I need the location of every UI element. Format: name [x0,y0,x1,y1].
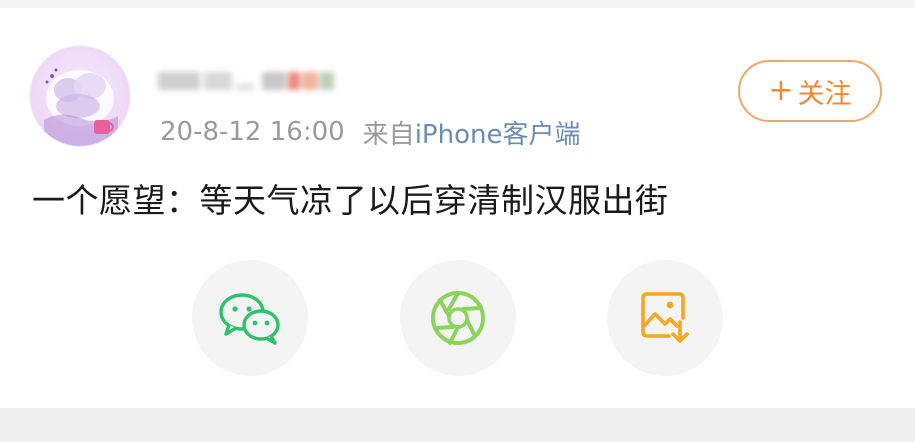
post-timestamp: 20-8-12 16:00 [160,117,345,147]
share-moments-button[interactable] [400,260,516,376]
follow-button-label: 关注 [797,78,852,110]
save-image-icon [641,292,689,343]
username-blurred[interactable] [158,64,348,98]
share-wechat-button[interactable] [192,260,308,376]
source-prefix: 来自 [362,119,415,150]
avatar-illustration [44,68,118,146]
source-client-link[interactable]: iPhone客户端 [415,114,581,151]
save-image-button[interactable] [607,260,723,376]
post-content: 一个愿望：等天气凉了以后穿清制汉服出街 [32,181,669,220]
top-divider [0,0,915,8]
weibo-post-card: 20-8-12 16:00 来自 iPhone客户端 + 关注 一个愿望：等天气… [0,8,915,408]
plus-icon: + [768,73,794,108]
avatar[interactable] [30,46,130,146]
wechat-icon [219,293,280,345]
moments-icon [431,291,485,345]
follow-button[interactable]: + 关注 [738,60,882,122]
bottom-divider [0,408,915,442]
post-meta: 20-8-12 16:00 来自 iPhone客户端 [160,114,580,150]
